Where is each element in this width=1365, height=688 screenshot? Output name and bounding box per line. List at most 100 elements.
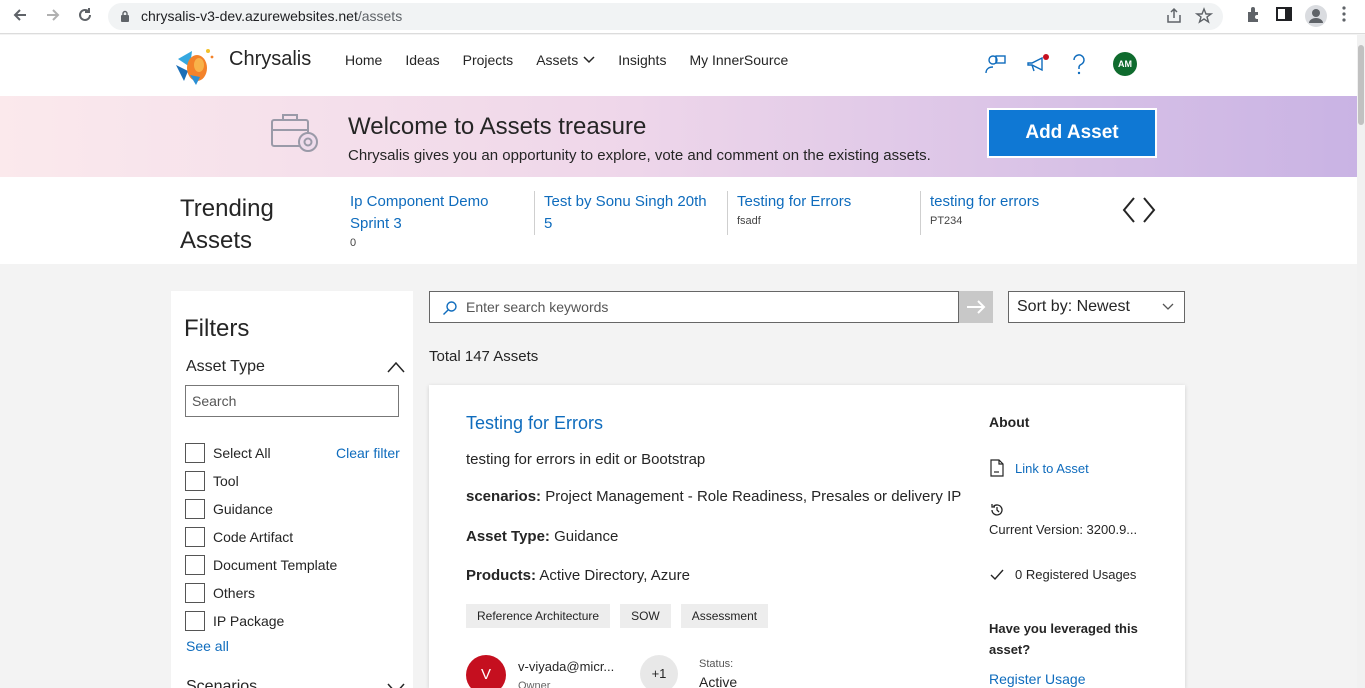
chrysalis-logo-icon[interactable] xyxy=(170,41,218,89)
trending-item[interactable]: Ip Component Demo Sprint 3 0 xyxy=(350,191,520,249)
extensions-icon[interactable] xyxy=(1245,5,1263,23)
leveraged-question: Have you leveraged this asset? xyxy=(989,621,1138,657)
trending-item-title[interactable]: Testing for Errors xyxy=(737,191,917,213)
divider xyxy=(727,191,728,235)
back-arrow-icon[interactable] xyxy=(9,6,31,28)
about-heading: About xyxy=(989,414,1030,430)
sort-dropdown[interactable]: Sort by: Newest xyxy=(1008,291,1185,323)
option-label: Document Template xyxy=(213,557,338,573)
help-icon[interactable] xyxy=(1069,52,1089,76)
checkbox[interactable] xyxy=(185,583,205,603)
nav-assets-label: Assets xyxy=(536,52,579,68)
trending-item-title[interactable]: Test by Sonu Singh 20th 5 xyxy=(544,191,719,235)
register-usage-link[interactable]: Register Usage xyxy=(989,671,1086,687)
trending-item-title[interactable]: Ip Component Demo Sprint 3 xyxy=(350,191,520,235)
total-assets-count: Total 147 Assets xyxy=(429,348,539,365)
filter-option-ip-package[interactable]: IP Package xyxy=(185,607,337,635)
asset-type: Asset Type: Guidance xyxy=(466,528,619,545)
checkbox[interactable] xyxy=(185,555,205,575)
brand-name[interactable]: Chrysalis xyxy=(229,48,311,71)
add-asset-button[interactable]: Add Asset xyxy=(987,108,1157,158)
user-avatar[interactable]: AM xyxy=(1113,52,1137,76)
more-owners-badge[interactable]: +1 xyxy=(640,655,678,688)
profile-icon[interactable] xyxy=(1305,5,1327,27)
trending-item[interactable]: Testing for Errors fsadf xyxy=(737,191,917,227)
announcement-icon[interactable] xyxy=(1025,52,1051,76)
link-to-asset-label[interactable]: Link to Asset xyxy=(1015,461,1089,476)
search-submit-button[interactable] xyxy=(959,291,993,323)
chevron-down-icon[interactable] xyxy=(386,682,406,688)
nav-insights[interactable]: Insights xyxy=(618,52,666,68)
scrollbar-thumb[interactable] xyxy=(1358,45,1364,125)
asset-type-search-input[interactable] xyxy=(185,385,399,417)
asset-title[interactable]: Testing for Errors xyxy=(466,413,603,434)
tag[interactable]: Reference Architecture xyxy=(466,604,611,628)
asset-type-label[interactable]: Asset Type xyxy=(186,358,265,376)
current-version: Current Version: 3200.9... xyxy=(989,522,1138,537)
checkbox[interactable] xyxy=(185,471,205,491)
checkbox[interactable] xyxy=(185,443,205,463)
checkbox[interactable] xyxy=(185,527,205,547)
filter-option-select-all[interactable]: Select All xyxy=(185,439,337,467)
divider xyxy=(534,191,535,235)
share-icon[interactable] xyxy=(1165,7,1183,25)
link-to-asset[interactable]: Link to Asset xyxy=(989,459,1089,477)
reload-icon[interactable] xyxy=(74,6,96,28)
trending-item-sub: fsadf xyxy=(737,215,761,227)
scenarios-label[interactable]: Scenarios xyxy=(186,678,257,688)
filter-option-document-template[interactable]: Document Template xyxy=(185,551,337,579)
nav-assets[interactable]: Assets xyxy=(536,52,595,68)
checkbox[interactable] xyxy=(185,499,205,519)
chevron-down-icon xyxy=(1162,303,1174,310)
clear-filter-link[interactable]: Clear filter xyxy=(336,445,400,461)
trending-item[interactable]: testing for errors PT234 xyxy=(930,191,1110,227)
filter-option-others[interactable]: Others xyxy=(185,579,337,607)
search-input[interactable] xyxy=(466,292,946,322)
filter-option-tool[interactable]: Tool xyxy=(185,467,337,495)
filters-title: Filters xyxy=(184,315,250,342)
divider xyxy=(920,191,921,235)
option-label: Select All xyxy=(213,445,271,461)
nav-home[interactable]: Home xyxy=(345,52,382,68)
option-label: IP Package xyxy=(213,613,285,629)
forward-arrow-icon[interactable] xyxy=(42,6,64,28)
chevron-up-icon[interactable] xyxy=(386,361,406,373)
page-scrollbar[interactable] xyxy=(1357,35,1365,688)
chevron-left-icon[interactable] xyxy=(1120,195,1138,225)
asset-card: Testing for Errors testing for errors in… xyxy=(429,385,1185,688)
trending-item[interactable]: Test by Sonu Singh 20th 5 xyxy=(544,191,719,235)
tag[interactable]: SOW xyxy=(620,604,671,628)
sort-label: Sort by: Newest xyxy=(1017,298,1130,315)
owner-role: Owner xyxy=(518,680,551,688)
filter-option-guidance[interactable]: Guidance xyxy=(185,495,337,523)
address-bar[interactable]: chrysalis-v3-dev.azurewebsites.net/asset… xyxy=(108,3,1223,30)
arrow-right-icon xyxy=(967,300,986,314)
trending-item-title[interactable]: testing for errors xyxy=(930,191,1110,213)
checkbox[interactable] xyxy=(185,611,205,631)
search-icon xyxy=(443,301,457,315)
trending-title: Trending Assets xyxy=(180,195,274,254)
side-panel-icon[interactable] xyxy=(1275,5,1293,23)
star-icon[interactable] xyxy=(1194,7,1214,25)
nav-projects[interactable]: Projects xyxy=(463,52,514,68)
owner-avatar[interactable]: V xyxy=(466,655,506,688)
url-text: chrysalis-v3-dev.azurewebsites.net/asset… xyxy=(141,8,403,24)
nav-my-innersource[interactable]: My InnerSource xyxy=(689,52,788,68)
see-all-link[interactable]: See all xyxy=(186,638,229,654)
browser-toolbar: chrysalis-v3-dev.azurewebsites.net/asset… xyxy=(0,0,1365,34)
option-label: Code Artifact xyxy=(213,529,294,545)
lock-icon xyxy=(121,10,129,22)
option-label: Others xyxy=(213,585,256,601)
filter-option-code-artifact[interactable]: Code Artifact xyxy=(185,523,337,551)
owner-name: v-viyada@micr... xyxy=(518,659,615,674)
browser-menu-icon[interactable] xyxy=(1335,5,1353,23)
chevron-right-icon[interactable] xyxy=(1140,195,1158,225)
tag[interactable]: Assessment xyxy=(680,604,769,628)
nav-ideas[interactable]: Ideas xyxy=(405,52,439,68)
asset-products: Products: Active Directory, Azure xyxy=(466,567,690,584)
history-icon xyxy=(991,504,1003,516)
feedback-icon[interactable] xyxy=(983,52,1007,76)
briefcase-gear-icon xyxy=(271,114,318,152)
asset-tags: Reference Architecture SOW Assessment xyxy=(466,604,769,628)
welcome-banner: Welcome to Assets treasure Chrysalis giv… xyxy=(0,96,1357,177)
